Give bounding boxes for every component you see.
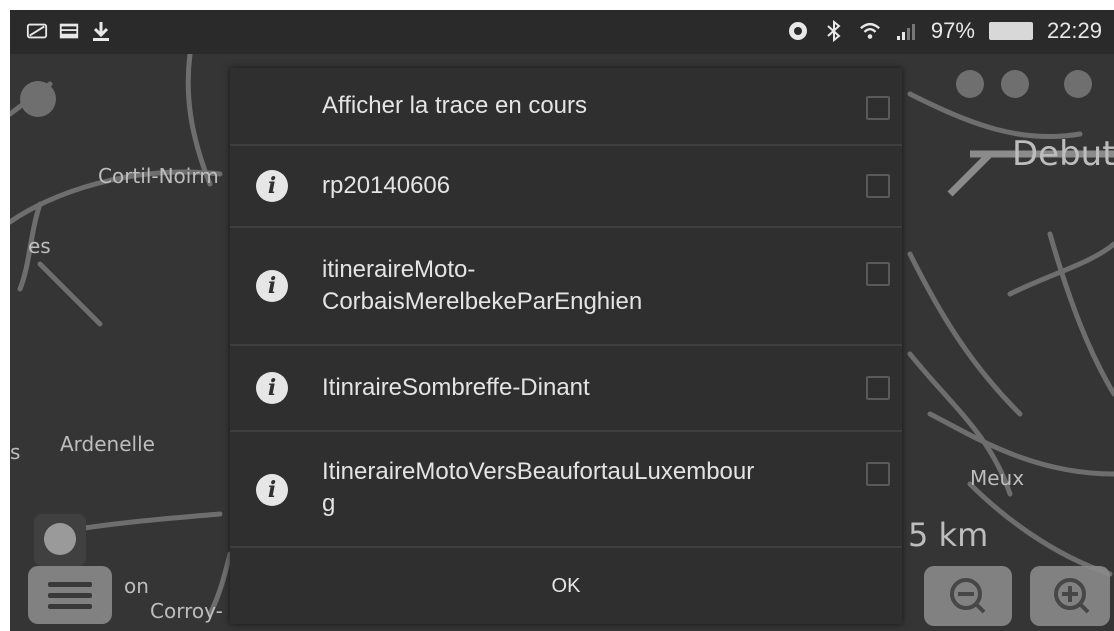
map-label-ardenelle: Ardenelle (60, 432, 155, 456)
list-item-label: ItinraireSombreffe-Dinant (322, 374, 590, 401)
show-current-trace-label: Afficher la trace en cours (322, 92, 588, 119)
menu-button[interactable] (28, 566, 112, 624)
info-icon[interactable]: i (256, 474, 288, 506)
battery-icon (988, 22, 1033, 40)
bluetooth-icon (827, 20, 841, 42)
trace-selection-dialog: Afficher la trace en cours i rp20140606 … (230, 68, 902, 624)
list-item-label: ItineraireMotoVersBeaufortauLuxembour g (322, 458, 755, 517)
device-screen: Cortil-Noirm Ardenelle Corroy- Meux Debu… (10, 10, 1114, 631)
image-icon (59, 23, 79, 39)
signal-icon (896, 24, 915, 40)
zoom-in-button[interactable] (1030, 566, 1110, 626)
list-item-label: itineraireMoto- CorbaisMerelbekeParEnghi… (322, 256, 643, 315)
battery-percent: 97% (930, 18, 975, 43)
zoom-out-button[interactable] (924, 566, 1012, 626)
list-item-label: rp20140606 (322, 172, 451, 199)
zoom-out-icon (950, 578, 986, 614)
sd-card-icon (26, 23, 48, 39)
map-scale-label: 5 km (908, 516, 989, 554)
list-item-checkbox[interactable] (866, 262, 890, 286)
show-current-trace-row[interactable]: Afficher la trace en cours (230, 68, 902, 146)
ok-button[interactable]: OK (230, 548, 902, 624)
map-label-cortil: Cortil-Noirm (98, 164, 219, 188)
list-item[interactable]: i itineraireMoto- CorbaisMerelbekeParEng… (230, 228, 902, 346)
list-item[interactable]: i rp20140606 (230, 146, 902, 228)
map-label-es: es (28, 234, 51, 258)
menu-icon (48, 582, 92, 609)
info-icon[interactable]: i (256, 270, 288, 302)
nfc-icon (788, 22, 807, 40)
map-label-corroy: Corroy- (150, 599, 223, 623)
list-item-checkbox[interactable] (866, 174, 890, 198)
list-item[interactable]: i ItinraireSombreffe-Dinant (230, 346, 902, 432)
clock: 22:29 (1046, 18, 1102, 43)
list-item[interactable]: i ItineraireMotoVersBeaufortauLuxembour … (230, 432, 902, 548)
wifi-icon (859, 22, 880, 39)
show-current-trace-checkbox[interactable] (866, 96, 890, 120)
map-label-s: s (10, 440, 21, 464)
map-label-meux: Meux (970, 466, 1025, 490)
zoom-in-icon (1054, 578, 1090, 614)
list-item-checkbox[interactable] (866, 376, 890, 400)
list-item-checkbox[interactable] (866, 462, 890, 486)
status-bar: 97% 22:29 (10, 10, 1114, 54)
info-icon[interactable]: i (256, 170, 288, 202)
map-label-on: on (124, 574, 149, 598)
info-icon[interactable]: i (256, 372, 288, 404)
map-label-debut: Debut (1012, 134, 1114, 174)
download-icon (93, 22, 109, 41)
